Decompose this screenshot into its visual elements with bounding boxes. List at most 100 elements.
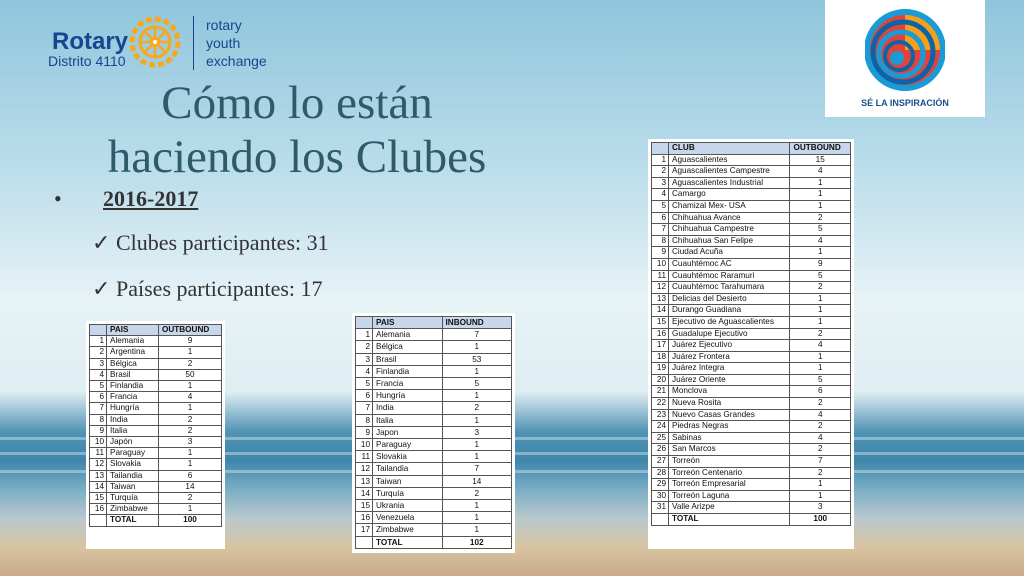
row-label: Finlandia	[372, 364, 443, 379]
row-value: 1	[789, 362, 851, 375]
row-index: 24	[651, 420, 669, 433]
slide-title: Cómo lo están haciendo los Clubes	[107, 77, 487, 183]
rotary-district-logo: Rotary Distrito 4110 rotary youth exchan…	[48, 14, 288, 74]
row-value: 1	[441, 413, 513, 427]
table-header-row: PAIS OUTBOUND	[89, 323, 223, 337]
clubs-participating-item: ✓ Clubes participantes: 31	[92, 230, 329, 255]
row-value: 1	[789, 350, 851, 364]
table-row: 17 Juárez Ejecutivo 4	[651, 339, 851, 352]
table-row: 18 Juárez Frontera 1	[651, 350, 851, 364]
row-label: Italia	[372, 413, 443, 427]
row-label: Bélgica	[106, 357, 159, 370]
row-label: Brasil	[372, 352, 443, 366]
table-row: 14 Taiwan 14	[89, 480, 223, 494]
row-label: Tailandia	[372, 462, 443, 476]
row-label: Monclova	[667, 385, 791, 399]
row-label: Slovakia	[372, 450, 443, 464]
total-label: TOTAL	[667, 513, 791, 526]
row-index: 3	[651, 176, 669, 190]
table-row: 29 Torreón Empresarial 1	[651, 478, 851, 491]
row-index: 13	[89, 469, 107, 482]
youth-exchange-wordmark: rotary youth exchange	[206, 17, 267, 69]
row-value: 50	[157, 368, 223, 382]
row-value: 4	[789, 408, 851, 422]
row-label: Finlandia	[106, 380, 159, 393]
row-label: Ciudad Acuña	[667, 246, 791, 259]
row-value: 4	[157, 391, 223, 404]
table-row: 26 San Marcos 2	[651, 443, 851, 457]
row-label: San Marcos	[667, 443, 791, 457]
table-row: 21 Monclova 6	[651, 385, 851, 399]
row-value: 1	[789, 315, 851, 329]
row-index: 23	[651, 408, 669, 422]
row-index: 5	[89, 380, 107, 393]
table-row: 22 Nueva Rosita 2	[651, 397, 851, 410]
row-value: 4	[789, 234, 851, 248]
row-value: 1	[157, 380, 223, 393]
row-index: 6	[355, 389, 373, 403]
row-index: 4	[651, 188, 669, 201]
row-value: 1	[441, 450, 513, 464]
row-value: 5	[789, 373, 851, 387]
row-value: 1	[441, 523, 513, 537]
row-index: 1	[651, 153, 669, 167]
table-row: 10 Paraguay 1	[355, 438, 513, 452]
table-row: 14 Turquía 2	[355, 486, 513, 501]
row-index: 15	[89, 492, 107, 505]
row-value: 1	[441, 389, 513, 403]
row-index: 12	[355, 462, 373, 476]
outbound-countries-table: PAIS OUTBOUND 1 Alemania 9 2 Argentina 1 3 Bélg…	[86, 321, 225, 549]
table-row: 6 Francia 4	[89, 391, 223, 404]
row-label: Torreón Empresarial	[667, 478, 791, 491]
row-label: Bélgica	[372, 340, 443, 354]
table-row: 3 Bélgica 2	[89, 357, 223, 370]
table-row: 7 Hungría 1	[89, 402, 223, 415]
row-index: 31	[651, 501, 669, 514]
table-row: 15 Turquía 2	[89, 492, 223, 505]
table-row: 24 Piedras Negras 2	[651, 420, 851, 433]
table-total-row: TOTAL 102	[355, 535, 513, 549]
row-label: Chihuahua Avance	[667, 211, 791, 225]
total-value: 100	[789, 513, 851, 526]
district-label: Distrito 4110	[48, 53, 126, 69]
row-index: 27	[651, 455, 669, 468]
check-icon: ✓	[92, 230, 111, 255]
row-label: Torreón	[667, 455, 791, 468]
row-value: 1	[441, 340, 513, 354]
row-index: 15	[651, 315, 669, 329]
table-row: 10 Japón 3	[89, 436, 223, 449]
row-value: 1	[157, 447, 223, 460]
row-label: India	[106, 413, 159, 426]
row-label: Taiwan	[106, 480, 159, 494]
row-value: 1	[789, 246, 851, 259]
row-index: 15	[355, 499, 373, 513]
row-label: Paraguay	[106, 447, 159, 460]
table-row: 4 Finlandia 1	[355, 364, 513, 379]
row-label: Argentina	[106, 346, 159, 359]
row-value: 2	[789, 211, 851, 225]
row-label: Delicias del Desierto	[667, 292, 791, 306]
row-index: 1	[355, 328, 373, 342]
table-row: 14 Durango Guadiana 1	[651, 304, 851, 317]
row-value: 5	[441, 377, 513, 391]
table-row: 5 Finlandia 1	[89, 380, 223, 393]
row-value: 7	[441, 328, 513, 342]
table-row: 11 Slovakia 1	[355, 450, 513, 464]
row-index: 9	[89, 424, 107, 438]
table-row: 4 Brasil 50	[89, 368, 223, 382]
period-heading: 2016-2017	[103, 186, 199, 211]
row-value: 1	[441, 364, 513, 379]
row-value: 5	[789, 269, 851, 283]
table-total-row: TOTAL 100	[89, 514, 223, 527]
table-row: 10 Cuauhtémoc AC 9	[651, 257, 851, 271]
row-label: Durango Guadiana	[667, 304, 791, 317]
row-value: 1	[441, 499, 513, 513]
rotary-wheel-icon	[129, 16, 181, 68]
row-index: 7	[355, 401, 373, 415]
row-value: 1	[789, 199, 851, 213]
total-value: 102	[441, 535, 513, 549]
row-label: Juárez Frontera	[667, 350, 791, 364]
row-label: Juárez Oriente	[667, 373, 791, 387]
row-index: 16	[355, 511, 373, 525]
table-row: 9 Japon 3	[355, 425, 513, 440]
